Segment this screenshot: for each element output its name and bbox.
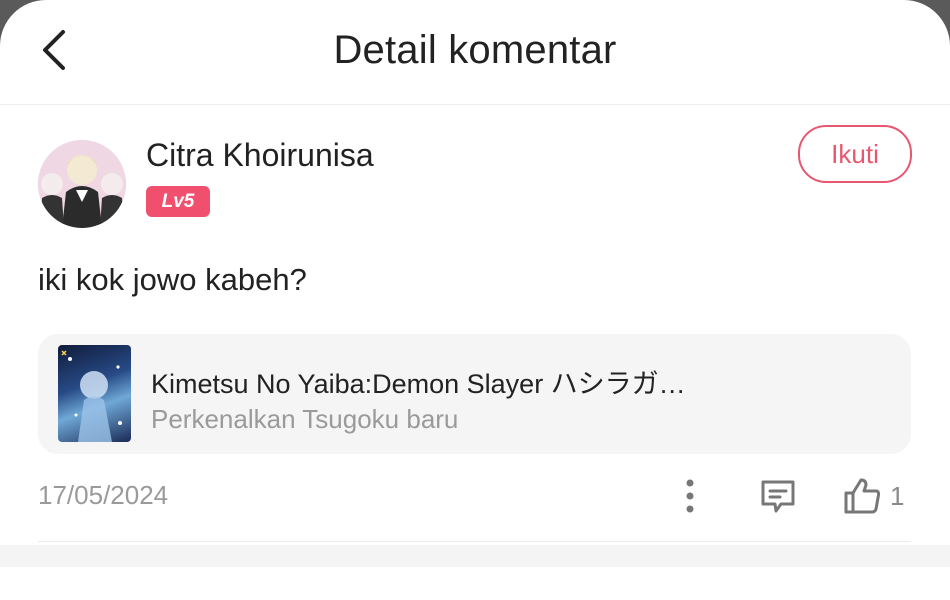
follow-button[interactable]: Ikuti	[798, 125, 912, 183]
header-bar: Detail komentar	[0, 0, 950, 105]
comment-detail-sheet: Detail komentar Citra Khoirunisa Lv5 Iku…	[0, 0, 950, 600]
referenced-title-card[interactable]: Kimetsu No Yaiba:Demon Slayer ハシラガ… Perk…	[38, 334, 911, 454]
title-thumbnail	[58, 345, 131, 442]
thumbs-up-icon	[844, 478, 881, 514]
like-count: 1	[890, 480, 905, 511]
page-title: Detail komentar	[333, 28, 617, 72]
section-separator	[0, 545, 950, 567]
more-options-button[interactable]	[668, 474, 712, 518]
like-button[interactable]: 1	[842, 472, 914, 520]
comment-date: 17/05/2024	[38, 480, 169, 510]
comment-text: iki kok jowo kabeh?	[38, 262, 307, 297]
referenced-title: Kimetsu No Yaiba:Demon Slayer ハシラガ…	[151, 369, 686, 399]
username[interactable]: Citra Khoirunisa	[146, 137, 374, 174]
reply-comment-icon	[761, 480, 795, 513]
level-badge: Lv5	[146, 186, 210, 217]
more-vertical-icon	[686, 479, 694, 513]
avatar[interactable]	[38, 140, 126, 228]
reply-button[interactable]	[754, 472, 802, 520]
avatar-image	[38, 140, 126, 228]
divider	[38, 541, 911, 542]
referenced-subtitle: Perkenalkan Tsugoku baru	[151, 404, 459, 434]
